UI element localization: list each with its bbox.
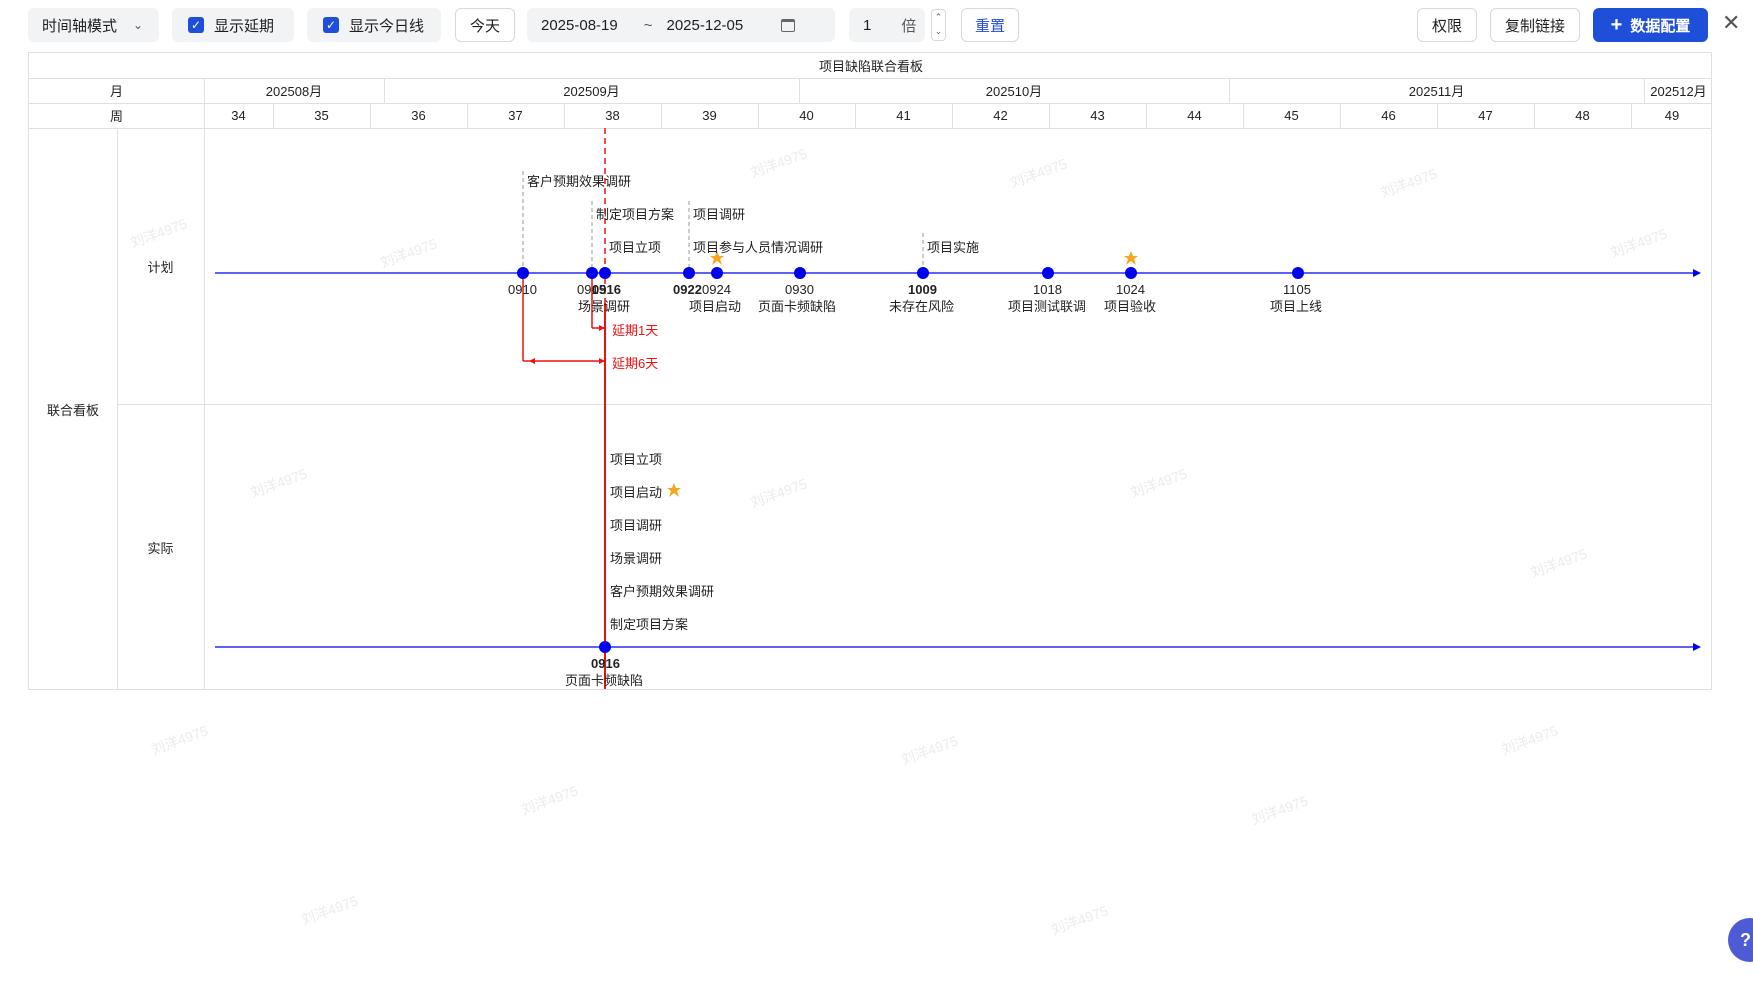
today-button[interactable]: 今天 (455, 8, 515, 42)
chevron-down-icon: ⌄ (133, 18, 144, 32)
show-today-label: 显示今日线 (349, 17, 425, 35)
permission-button[interactable]: 权限 (1417, 8, 1477, 42)
actual-callout: 项目调研 (610, 518, 663, 533)
watermark: 刘洋4975 (1249, 792, 1311, 828)
today-button-label: 今天 (469, 17, 500, 35)
plan-node-date: 0930 (785, 282, 814, 297)
zoom-input[interactable]: 1 倍 (849, 8, 925, 42)
data-config-button-label: 数据配置 (1630, 17, 1691, 35)
delay-label: 延期6天 (612, 356, 659, 371)
plan-callout: 项目调研 (693, 207, 746, 222)
actual-callout: 客户预期效果调研 (610, 584, 715, 599)
plan-node (1125, 267, 1137, 279)
actual-callout: 制定项目方案 (610, 617, 689, 632)
plan-node (711, 267, 723, 279)
zoom-value: 1 (863, 16, 872, 34)
data-config-button[interactable]: + 数据配置 (1593, 8, 1708, 42)
plan-node (599, 267, 611, 279)
plan-node-caption: 项目验收 (1104, 299, 1157, 314)
plan-node-caption: 场景调研 (578, 299, 631, 314)
reset-button-label: 重置 (974, 17, 1005, 35)
zoom-stepper[interactable]: ⌃ ⌄ (931, 9, 946, 41)
stepper-down-icon[interactable]: ⌄ (932, 24, 945, 38)
actual-node-caption: 页面卡频缺陷 (565, 673, 644, 688)
actual-callout: 项目立项 (610, 452, 663, 467)
plan-node-date: 1009 (908, 282, 937, 297)
star-icon (1124, 251, 1138, 265)
plan-node (683, 267, 695, 279)
plan-node-caption: 项目测试联调 (1008, 299, 1087, 314)
date-start: 2025-08-19 (541, 16, 618, 34)
star-icon (667, 483, 681, 497)
checkmark-icon: ✓ (323, 17, 339, 33)
plan-node-date: 0924 (702, 282, 731, 297)
actual-callout: 项目启动 (610, 485, 663, 500)
plan-callout: 项目立项 (609, 240, 662, 255)
plan-node-caption: 项目上线 (1270, 299, 1323, 314)
date-separator: ~ (643, 16, 653, 34)
watermark: 刘洋4975 (299, 892, 361, 928)
actual-node-date: 0916 (591, 656, 620, 671)
plan-node-date: 1024 (1116, 282, 1145, 297)
actual-node (599, 641, 611, 653)
gantt-board: 项目缺陷联合看板 月 周 202508月 202509月 202510月 202… (28, 52, 1712, 690)
show-today-checkbox[interactable]: ✓ 显示今日线 (307, 8, 441, 42)
watermark: 刘洋4975 (1499, 722, 1561, 758)
plan-node (517, 267, 529, 279)
copy-link-button[interactable]: 复制链接 (1490, 8, 1580, 42)
watermark: 刘洋4975 (519, 782, 581, 818)
calendar-icon (781, 18, 796, 32)
plus-icon: + (1610, 13, 1623, 36)
watermark: 刘洋4975 (1049, 902, 1111, 938)
plan-callout: 制定项目方案 (596, 207, 675, 222)
plan-node-caption: 页面卡频缺陷 (758, 299, 837, 314)
mode-select-label: 时间轴模式 (42, 17, 118, 35)
show-delay-checkbox[interactable]: ✓ 显示延期 (172, 8, 294, 42)
date-end: 2025-12-05 (666, 16, 744, 34)
zoom-unit: 倍 (901, 17, 917, 35)
stepper-up-icon[interactable]: ⌃ (932, 10, 945, 24)
plan-node (1042, 267, 1054, 279)
plan-node-date: 1105 (1283, 282, 1311, 297)
watermark: 刘洋4975 (149, 722, 211, 758)
plan-node-date: 0916 (592, 282, 621, 297)
plan-node (1292, 267, 1304, 279)
plan-node (917, 267, 929, 279)
reset-button[interactable]: 重置 (961, 8, 1019, 42)
close-icon[interactable]: ✕ (1722, 10, 1740, 36)
plan-axis-arrow (1693, 269, 1701, 277)
show-delay-label: 显示延期 (214, 17, 275, 35)
plan-node-date: 1018 (1033, 282, 1062, 297)
mode-select[interactable]: 时间轴模式 ⌄ (28, 8, 159, 42)
plan-callout: 项目实施 (927, 240, 980, 255)
actual-callout: 场景调研 (610, 551, 663, 566)
date-range-picker[interactable]: 2025-08-19 ~ 2025-12-05 (527, 8, 835, 42)
plan-callout: 项目参与人员情况调研 (693, 240, 824, 255)
timeline-canvas (215, 128, 1701, 689)
copy-link-button-label: 复制链接 (1504, 17, 1565, 35)
plan-node (586, 267, 598, 279)
delay-label: 延期1天 (612, 323, 659, 338)
plan-node-caption: 未存在风险 (889, 299, 955, 314)
permission-button-label: 权限 (1431, 17, 1462, 35)
plan-callout: 客户预期效果调研 (527, 174, 632, 189)
actual-axis-arrow (1693, 643, 1701, 651)
checkmark-icon: ✓ (188, 17, 204, 33)
plan-node-caption: 项目启动 (689, 299, 742, 314)
plan-node-date: 0922 (673, 282, 702, 297)
help-icon[interactable]: ? (1728, 918, 1753, 962)
watermark: 刘洋4975 (899, 732, 961, 768)
plan-node (794, 267, 806, 279)
plan-node-date: 0910 (508, 282, 537, 297)
